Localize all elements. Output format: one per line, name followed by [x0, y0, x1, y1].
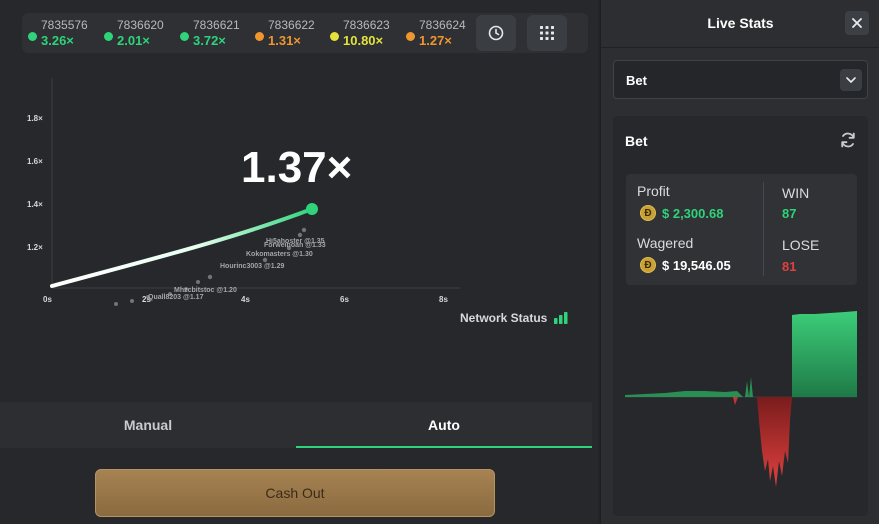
player-label: Hourinc3003 @1.29	[220, 263, 285, 270]
player-label: Forweinoan @1.33	[264, 242, 326, 249]
win-label: WIN	[782, 185, 810, 201]
close-icon	[852, 18, 862, 28]
history-item[interactable]: 7836621 3.72×	[180, 16, 252, 50]
round-id: 7835576	[41, 18, 88, 32]
current-multiplier: 1.37×	[241, 143, 352, 192]
crash-graph: 1.8× 1.6× 1.4× 1.2× 0s 2s 4s 6s 8s Hi5ah…	[27, 78, 460, 306]
player-label: Mhzcbitstoc @1.20	[174, 287, 237, 294]
history-item[interactable]: 7836623 10.80×	[330, 16, 402, 50]
x-tick-label: 0s	[43, 295, 52, 304]
coin-icon: Ð	[640, 257, 656, 273]
status-dot	[28, 32, 37, 41]
y-tick-label: 1.2×	[27, 243, 43, 252]
status-dot	[255, 32, 264, 41]
divider	[601, 47, 879, 48]
profit-label: Profit	[637, 183, 670, 199]
round-id: 7836624	[419, 18, 466, 32]
round-id: 7836620	[117, 18, 164, 32]
lose-value: 81	[782, 259, 797, 274]
round-multiplier: 1.31×	[268, 33, 301, 48]
divider	[763, 182, 764, 276]
wagered-amount: $ 19,546.05	[662, 257, 731, 273]
signal-icon	[554, 312, 568, 324]
x-tick-label: 8s	[439, 295, 448, 304]
loss-area	[733, 397, 738, 405]
profit-area	[625, 391, 743, 397]
card-title: Bet	[625, 133, 648, 149]
round-multiplier: 10.80×	[343, 33, 384, 48]
chevron-down-icon	[846, 77, 856, 83]
profit-area	[792, 311, 857, 397]
y-tick-label: 1.4×	[27, 200, 43, 209]
cash-out-button[interactable]: Cash Out	[95, 469, 495, 517]
stats-summary: Profit Ð $ 2,300.68 Wagered Ð $ 19,546.0…	[626, 174, 857, 285]
profit-chart	[625, 311, 857, 487]
lose-label: LOSE	[782, 237, 820, 253]
round-id: 7836623	[343, 18, 390, 32]
tab-manual[interactable]: Manual	[0, 402, 296, 448]
live-stats-panel: Live Stats Bet Bet Profit Ð $ 2,300.68 W…	[600, 0, 879, 524]
status-dot	[180, 32, 189, 41]
history-button[interactable]	[476, 15, 516, 51]
close-button[interactable]	[845, 11, 869, 35]
history-item[interactable]: 7836624 1.27×	[406, 16, 478, 50]
status-dot	[104, 32, 113, 41]
player-label: Quall8203 @1.17	[148, 294, 204, 301]
player-label: Kokomasters @1.30	[246, 251, 313, 258]
game-area: 7835576 3.26× 7836620 2.01× 7836621 3.72…	[0, 0, 598, 524]
grid-icon	[540, 26, 554, 40]
panel-title: Live Stats	[707, 15, 774, 31]
active-tab-indicator	[296, 446, 592, 448]
tab-auto[interactable]: Auto	[296, 402, 592, 448]
round-multiplier: 1.27×	[419, 33, 452, 48]
round-multiplier: 3.26×	[41, 33, 74, 48]
curve-head	[306, 203, 318, 215]
profit-value: Ð $ 2,300.68	[640, 205, 723, 221]
player-labels: Hi5ahoster @1.35 Forweinoan @1.33 Kokoma…	[148, 238, 326, 301]
history-item[interactable]: 7835576 3.26×	[28, 16, 100, 50]
win-value: 87	[782, 206, 797, 221]
round-id: 7836622	[268, 18, 315, 32]
round-multiplier: 2.01×	[117, 33, 150, 48]
y-tick-label: 1.8×	[27, 114, 43, 123]
clock-icon	[488, 25, 504, 41]
loss-area	[757, 397, 792, 487]
history-item[interactable]: 7836620 2.01×	[104, 16, 176, 50]
network-status-label: Network Status	[460, 311, 548, 325]
stats-card: Bet Profit Ð $ 2,300.68 Wagered Ð $ 19,5…	[613, 116, 868, 516]
stats-type-select[interactable]: Bet	[613, 60, 868, 99]
round-history-bar: 7835576 3.26× 7836620 2.01× 7836621 3.72…	[22, 13, 588, 53]
select-value: Bet	[626, 73, 647, 88]
history-item[interactable]: 7836622 1.31×	[255, 16, 327, 50]
wagered-value: Ð $ 19,546.05	[640, 257, 731, 273]
profit-amount: $ 2,300.68	[662, 205, 724, 221]
network-status: Network Status	[460, 311, 569, 325]
x-tick-label: 4s	[241, 295, 250, 304]
round-id: 7836621	[193, 18, 240, 32]
status-dot	[406, 32, 415, 41]
bet-mode-tabs: Manual Auto	[0, 402, 592, 448]
y-tick-label: 1.6×	[27, 157, 43, 166]
wagered-label: Wagered	[637, 235, 694, 251]
coin-icon: Ð	[640, 205, 656, 221]
x-tick-label: 6s	[340, 295, 349, 304]
round-multiplier: 3.72×	[193, 33, 226, 48]
grid-view-button[interactable]	[527, 15, 567, 51]
refresh-icon[interactable]	[839, 131, 857, 149]
profit-spike	[745, 377, 753, 397]
select-arrow[interactable]	[840, 69, 862, 91]
status-dot	[330, 32, 339, 41]
